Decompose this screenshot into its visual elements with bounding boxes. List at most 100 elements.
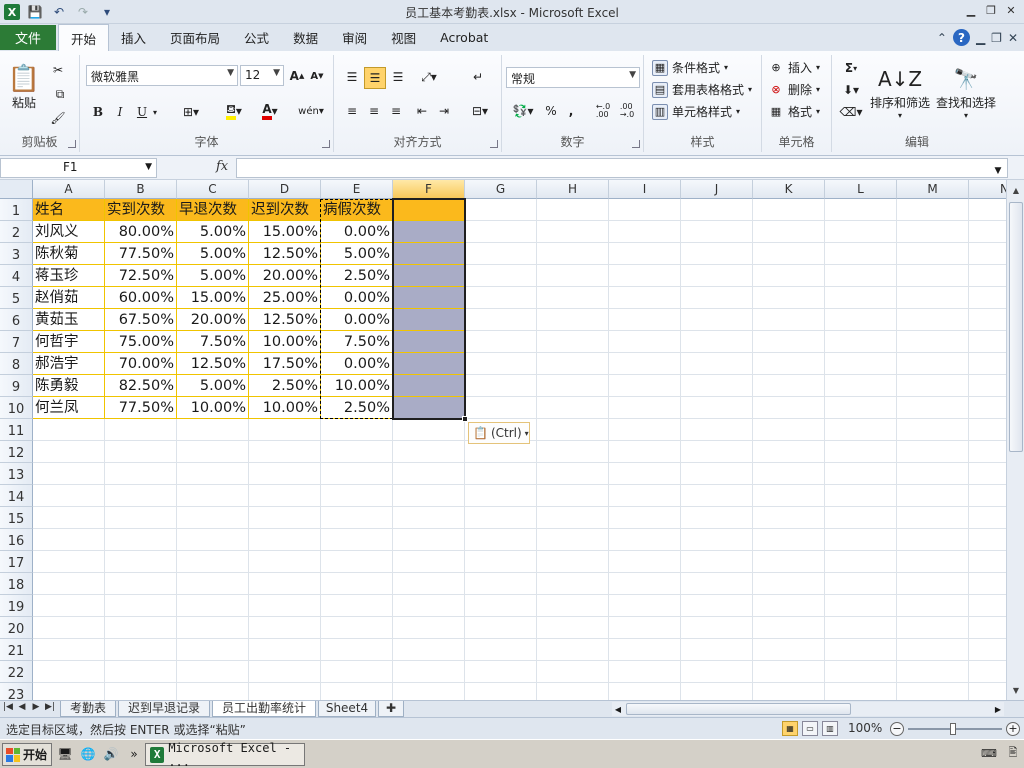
cell[interactable] bbox=[681, 573, 753, 595]
accounting-format-icon[interactable]: 💱▾ bbox=[508, 101, 538, 121]
cell[interactable] bbox=[969, 265, 1006, 287]
cell[interactable] bbox=[753, 419, 825, 441]
cell[interactable] bbox=[969, 617, 1006, 639]
cell[interactable] bbox=[537, 485, 609, 507]
cell[interactable] bbox=[825, 485, 897, 507]
cell[interactable] bbox=[681, 287, 753, 309]
tab-3[interactable]: 公式 bbox=[232, 24, 281, 51]
name-cell[interactable]: 何兰凤 bbox=[33, 397, 105, 419]
cell[interactable] bbox=[33, 551, 105, 573]
cell[interactable] bbox=[897, 243, 969, 265]
cell[interactable] bbox=[753, 441, 825, 463]
cell[interactable] bbox=[753, 617, 825, 639]
cell[interactable] bbox=[897, 661, 969, 683]
cell[interactable] bbox=[681, 595, 753, 617]
cell[interactable] bbox=[609, 529, 681, 551]
cell[interactable] bbox=[753, 529, 825, 551]
cell[interactable] bbox=[825, 331, 897, 353]
cell[interactable] bbox=[609, 331, 681, 353]
cell[interactable] bbox=[537, 529, 609, 551]
cell[interactable] bbox=[609, 441, 681, 463]
cell[interactable] bbox=[249, 661, 321, 683]
row-header-2[interactable]: 2 bbox=[0, 221, 33, 243]
cell[interactable] bbox=[897, 507, 969, 529]
sort-filter-button[interactable]: A↓Z 排序和筛选 ▾ bbox=[868, 57, 932, 127]
doc-restore-icon[interactable]: ❐ bbox=[991, 31, 1002, 45]
cell[interactable] bbox=[465, 661, 537, 683]
cell[interactable] bbox=[465, 331, 537, 353]
cell[interactable] bbox=[753, 463, 825, 485]
cell[interactable] bbox=[825, 375, 897, 397]
row-header-13[interactable]: 13 bbox=[0, 463, 33, 485]
column-header-F[interactable]: F bbox=[393, 180, 465, 199]
cell[interactable] bbox=[465, 639, 537, 661]
formula-input[interactable]: ▼ bbox=[236, 158, 1008, 178]
percent-style-button[interactable]: % bbox=[542, 101, 560, 121]
data-cell[interactable]: 5.00% bbox=[177, 265, 249, 287]
row-header-22[interactable]: 22 bbox=[0, 661, 33, 683]
find-select-button[interactable]: 🔭 查找和选择 ▾ bbox=[934, 57, 998, 127]
cell[interactable] bbox=[33, 529, 105, 551]
browser-icon[interactable]: 🌐 bbox=[79, 745, 97, 763]
cell[interactable] bbox=[465, 353, 537, 375]
name-box[interactable]: F1 ▼ bbox=[0, 158, 157, 178]
wrap-text-icon[interactable]: ↵ bbox=[468, 67, 488, 87]
paste-options-button[interactable]: 📋 (Ctrl) ▾ bbox=[468, 422, 530, 444]
restore-icon[interactable]: ❐ bbox=[984, 3, 998, 17]
cell[interactable] bbox=[897, 463, 969, 485]
cell[interactable] bbox=[105, 419, 177, 441]
next-sheet-icon[interactable]: ▶ bbox=[30, 702, 42, 712]
cell[interactable] bbox=[969, 639, 1006, 661]
row-header-21[interactable]: 21 bbox=[0, 639, 33, 661]
data-cell[interactable]: 10.00% bbox=[321, 375, 393, 397]
zoom-in-icon[interactable]: + bbox=[1006, 722, 1020, 736]
cell[interactable] bbox=[321, 529, 393, 551]
cell[interactable] bbox=[753, 573, 825, 595]
cell[interactable] bbox=[969, 661, 1006, 683]
cell[interactable] bbox=[537, 265, 609, 287]
cell[interactable] bbox=[825, 419, 897, 441]
increase-indent-icon[interactable]: ⇥ bbox=[434, 101, 454, 121]
cell[interactable] bbox=[681, 441, 753, 463]
cell[interactable] bbox=[897, 573, 969, 595]
header-cell[interactable]: 病假次数 bbox=[321, 199, 393, 221]
merge-center-icon[interactable]: ⊟▾ bbox=[466, 101, 494, 121]
cell[interactable] bbox=[825, 309, 897, 331]
column-header-H[interactable]: H bbox=[537, 180, 609, 199]
cell[interactable] bbox=[969, 419, 1006, 441]
cell[interactable] bbox=[753, 309, 825, 331]
cell[interactable] bbox=[825, 661, 897, 683]
data-cell[interactable]: 20.00% bbox=[177, 309, 249, 331]
cell[interactable] bbox=[537, 595, 609, 617]
minimize-icon[interactable]: ▁ bbox=[964, 3, 978, 17]
cell[interactable] bbox=[537, 309, 609, 331]
cell[interactable] bbox=[393, 639, 465, 661]
cell[interactable] bbox=[393, 683, 465, 700]
cell[interactable] bbox=[969, 243, 1006, 265]
horizontal-scroll-thumb[interactable] bbox=[626, 703, 851, 715]
cell[interactable] bbox=[249, 683, 321, 700]
row-header-1[interactable]: 1 bbox=[0, 199, 33, 221]
cell[interactable] bbox=[465, 507, 537, 529]
data-cell[interactable]: 82.50% bbox=[105, 375, 177, 397]
cell[interactable] bbox=[681, 199, 753, 221]
close-icon[interactable]: ✕ bbox=[1004, 3, 1018, 17]
row-header-12[interactable]: 12 bbox=[0, 441, 33, 463]
more-quicklaunch-icon[interactable]: » bbox=[125, 745, 143, 763]
data-cell[interactable]: 15.00% bbox=[249, 221, 321, 243]
cell[interactable] bbox=[753, 331, 825, 353]
cell[interactable] bbox=[537, 199, 609, 221]
tab-7[interactable]: Acrobat bbox=[428, 24, 500, 51]
cell[interactable] bbox=[969, 287, 1006, 309]
cell[interactable] bbox=[249, 639, 321, 661]
cell[interactable] bbox=[609, 595, 681, 617]
cell[interactable] bbox=[897, 551, 969, 573]
copy-icon[interactable]: ⧉ bbox=[48, 85, 72, 103]
cell[interactable] bbox=[465, 683, 537, 700]
tab-5[interactable]: 审阅 bbox=[330, 24, 379, 51]
cell[interactable] bbox=[969, 507, 1006, 529]
data-cell[interactable]: 60.00% bbox=[105, 287, 177, 309]
name-cell[interactable]: 刘风义 bbox=[33, 221, 105, 243]
row-header-15[interactable]: 15 bbox=[0, 507, 33, 529]
cell[interactable] bbox=[897, 331, 969, 353]
